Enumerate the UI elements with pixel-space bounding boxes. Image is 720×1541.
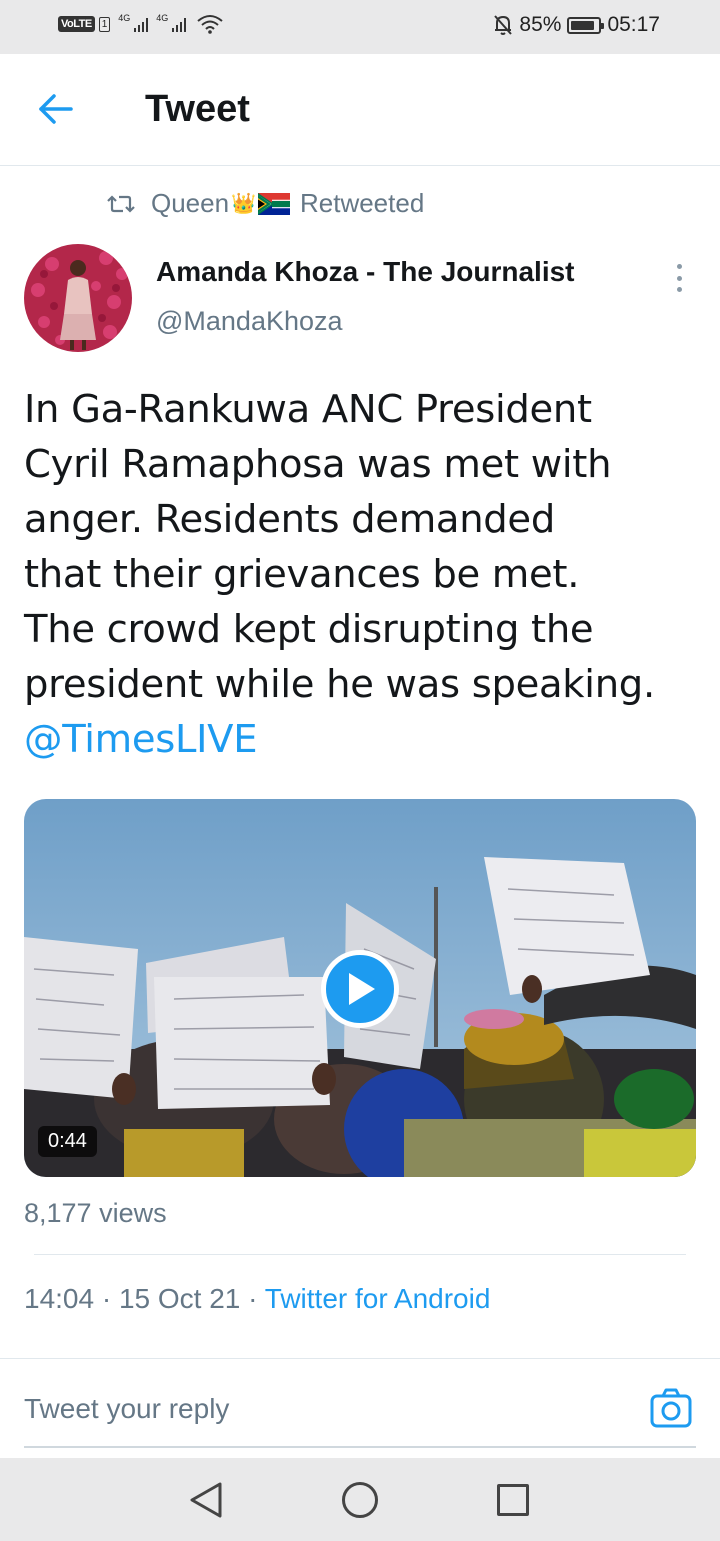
tweet-line: president while he was speaking. [24, 662, 655, 707]
retweeted-label: Retweeted [299, 188, 425, 218]
retweet-context[interactable]: Queen 👑 Retweeted [106, 188, 424, 219]
status-left: VoLTE 1 4G 4G [58, 13, 224, 34]
meta-separator: · [240, 1283, 265, 1314]
tweet-date: 15 Oct 21 [118, 1283, 241, 1314]
camera-icon[interactable] [650, 1388, 692, 1428]
south-africa-flag-icon [257, 192, 290, 215]
signal-icon [134, 16, 149, 32]
view-count: 8,177 views [24, 1198, 167, 1228]
battery-percent: 85% [519, 13, 562, 36]
author-handle[interactable]: @MandaKhoza [156, 306, 343, 337]
volte-badge: VoLTE [58, 16, 95, 32]
avatar[interactable] [24, 244, 132, 352]
play-button[interactable] [321, 950, 399, 1028]
tweet-line: Cyril Ramaphosa was met with [24, 442, 612, 487]
reply-underline [24, 1446, 696, 1448]
app-header: Tweet [0, 54, 720, 166]
tweet-line: that their grievances be met. [24, 552, 580, 597]
retweet-icon [107, 194, 135, 213]
reply-input[interactable]: Tweet your reply [24, 1393, 229, 1425]
meta-separator: · [94, 1283, 119, 1314]
nav-recents-icon[interactable] [497, 1484, 529, 1516]
tweet-line: The crowd kept disrupting the [24, 607, 594, 652]
crown-emoji: 👑 [231, 193, 256, 215]
wifi-icon [197, 15, 223, 34]
page-title: Tweet [145, 88, 250, 130]
network-type-2: 4G [156, 13, 169, 23]
tweet-text: In Ga-Rankuwa ANC President Cyril Ramaph… [24, 382, 704, 767]
sim-badge: 1 [98, 16, 111, 32]
status-bar: VoLTE 1 4G 4G 85% 05:17 [0, 0, 720, 54]
back-button[interactable] [30, 84, 80, 134]
system-nav-bar [0, 1458, 720, 1541]
mention-link[interactable]: @TimesLIVE [24, 712, 704, 767]
mute-bell-icon [494, 15, 513, 35]
network-type-1: 4G [118, 13, 131, 23]
divider [0, 1358, 720, 1359]
status-right: 85% 05:17 [493, 13, 660, 37]
tweet-line: In Ga-Rankuwa ANC President [24, 387, 592, 432]
nav-home-icon[interactable] [342, 1482, 378, 1518]
divider [34, 1254, 686, 1255]
avatar-image [24, 244, 132, 352]
tweet-line: anger. Residents demanded [24, 497, 555, 542]
video-duration: 0:44 [38, 1126, 97, 1157]
tweet-meta: 14:04 · 15 Oct 21 · Twitter for Android [24, 1283, 490, 1315]
arrow-left-icon [39, 94, 73, 124]
more-vertical-icon [676, 264, 682, 269]
more-options-button[interactable] [664, 260, 694, 296]
tweet-time: 14:04 [24, 1283, 95, 1314]
nav-back-icon[interactable] [188, 1480, 224, 1520]
author-name[interactable]: Amanda Khoza - The Journalist [156, 256, 575, 288]
play-icon [349, 973, 375, 1005]
status-time: 05:17 [607, 13, 660, 36]
tweet-source-link[interactable]: Twitter for Android [265, 1283, 491, 1314]
retweeter-name: Queen [151, 188, 230, 218]
signal-icon-2 [172, 16, 187, 32]
battery-icon [567, 16, 605, 34]
